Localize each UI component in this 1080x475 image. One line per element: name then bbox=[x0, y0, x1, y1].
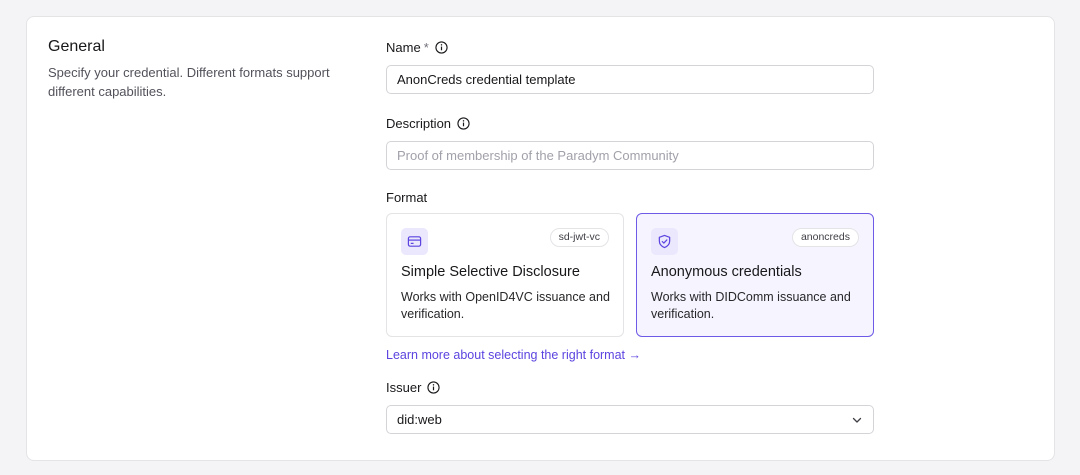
info-icon[interactable] bbox=[457, 117, 470, 130]
name-input[interactable] bbox=[386, 65, 874, 94]
format-label: Format bbox=[386, 190, 427, 205]
required-marker: * bbox=[423, 40, 429, 55]
format-option-anoncreds[interactable]: anoncreds Anonymous credentials Works wi… bbox=[636, 213, 874, 337]
format-badge: sd-jwt-vc bbox=[549, 228, 609, 247]
description-label: Description bbox=[386, 116, 452, 131]
card-icon bbox=[407, 236, 422, 247]
format-option-sd-jwt-vc[interactable]: sd-jwt-vc Simple Selective Disclosure Wo… bbox=[386, 213, 624, 337]
name-label: Name bbox=[386, 40, 421, 55]
issuer-label: Issuer bbox=[386, 380, 422, 395]
format-description: Works with OpenID4VC issuance and verifi… bbox=[401, 290, 610, 321]
issuer-label-group: Issuer bbox=[386, 380, 441, 395]
format-icon-box bbox=[401, 228, 428, 255]
shield-check-icon bbox=[658, 234, 671, 249]
format-badge: anoncreds bbox=[791, 228, 859, 247]
general-settings-card: General Specify your credential. Differe… bbox=[26, 16, 1055, 461]
format-label-text: Format bbox=[386, 190, 428, 205]
issuer-select[interactable]: did:web bbox=[386, 405, 874, 434]
format-title: Simple Selective Disclosure bbox=[401, 264, 580, 280]
issuer-selected-value: did:web bbox=[397, 412, 442, 427]
format-description: Works with DIDComm issuance and verifica… bbox=[651, 290, 851, 321]
format-icon-box bbox=[651, 228, 678, 255]
name-label-group: Name * bbox=[386, 40, 448, 55]
format-title: Anonymous credentials bbox=[651, 264, 802, 280]
description-label-group: Description bbox=[386, 116, 470, 131]
learn-more-format-link[interactable]: Learn more about selecting the right for… bbox=[386, 348, 641, 362]
section-title: General bbox=[48, 38, 105, 55]
chevron-down-icon bbox=[852, 417, 862, 423]
section-description: Specify your credential. Different forma… bbox=[48, 65, 330, 99]
info-icon[interactable] bbox=[435, 41, 448, 54]
info-icon[interactable] bbox=[427, 381, 441, 394]
description-input[interactable] bbox=[386, 141, 874, 170]
